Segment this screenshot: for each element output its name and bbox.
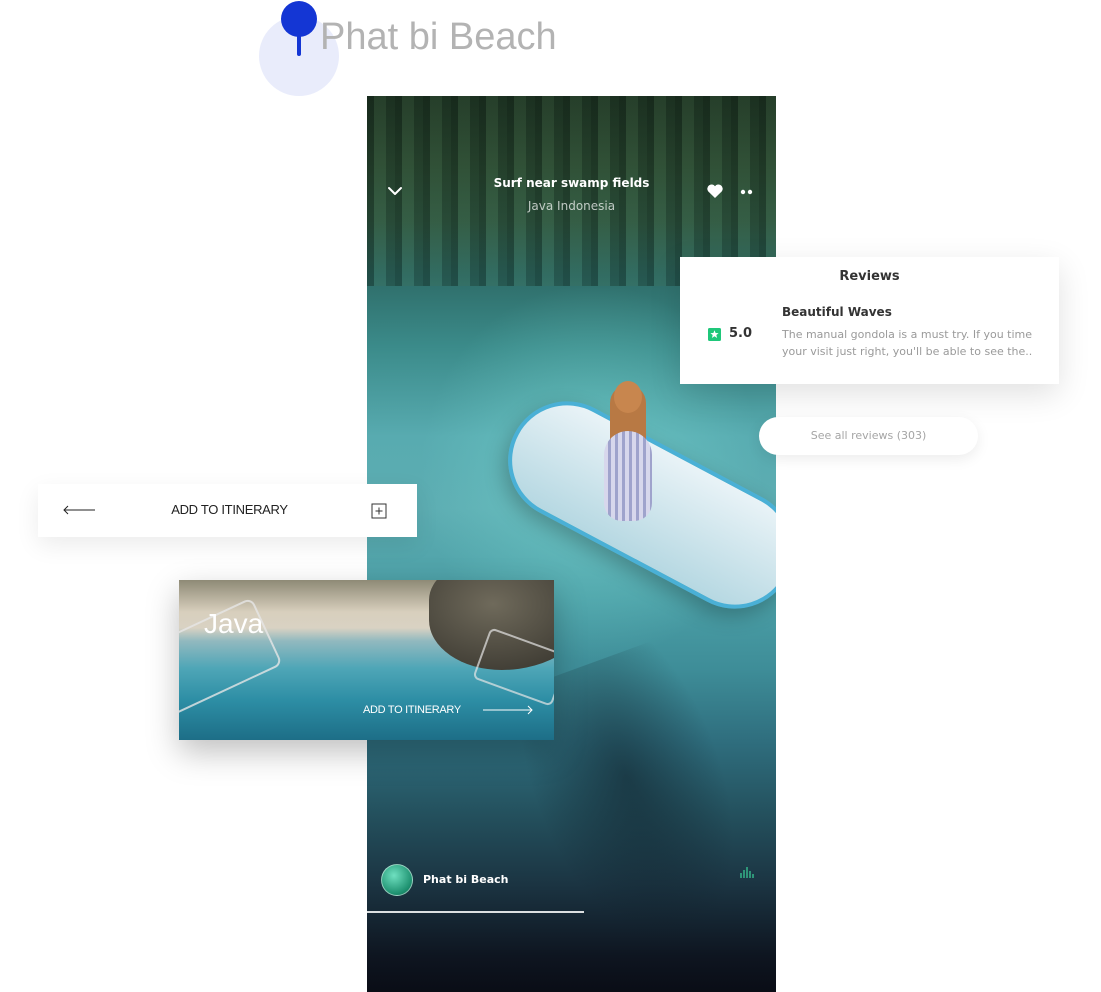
java-add-to-itinerary[interactable]: ADD TO ITINERARY — [363, 704, 461, 716]
java-card[interactable]: Java ADD TO ITINERARY — [179, 580, 554, 740]
add-box-icon[interactable] — [371, 503, 387, 519]
avatar[interactable] — [381, 864, 413, 896]
page-title: Phat bi Beach — [320, 16, 557, 58]
paddler-figure — [592, 381, 662, 541]
reviews-card: Reviews 5.0 Beautiful Waves The manual g… — [680, 257, 1059, 384]
map-pin-stem — [297, 32, 301, 56]
review-text: The manual gondola is a must try. If you… — [782, 328, 1033, 358]
footer-place-name: Phat bi Beach — [423, 873, 509, 886]
java-card-title: Java — [204, 608, 264, 639]
phone-subtitle: Java Indonesia — [527, 199, 616, 213]
see-all-reviews-button[interactable]: See all reviews (303) — [759, 417, 978, 455]
audio-icon[interactable] — [739, 865, 755, 879]
phone-screen: Surf near swamp fields Java Indonesia Ph… — [367, 96, 776, 992]
more-icon[interactable] — [740, 189, 754, 195]
review-title: Beautiful Waves — [782, 305, 892, 319]
heart-icon[interactable] — [706, 183, 724, 199]
playback-progress[interactable] — [367, 911, 584, 913]
add-to-itinerary-label[interactable]: ADD TO ITINERARY — [38, 502, 421, 517]
reviews-heading: Reviews — [839, 269, 900, 284]
star-icon — [708, 328, 721, 341]
arrow-right-icon[interactable] — [482, 704, 534, 716]
rating-value: 5.0 — [729, 326, 753, 341]
itinerary-bar[interactable]: ADD TO ITINERARY — [38, 484, 417, 537]
